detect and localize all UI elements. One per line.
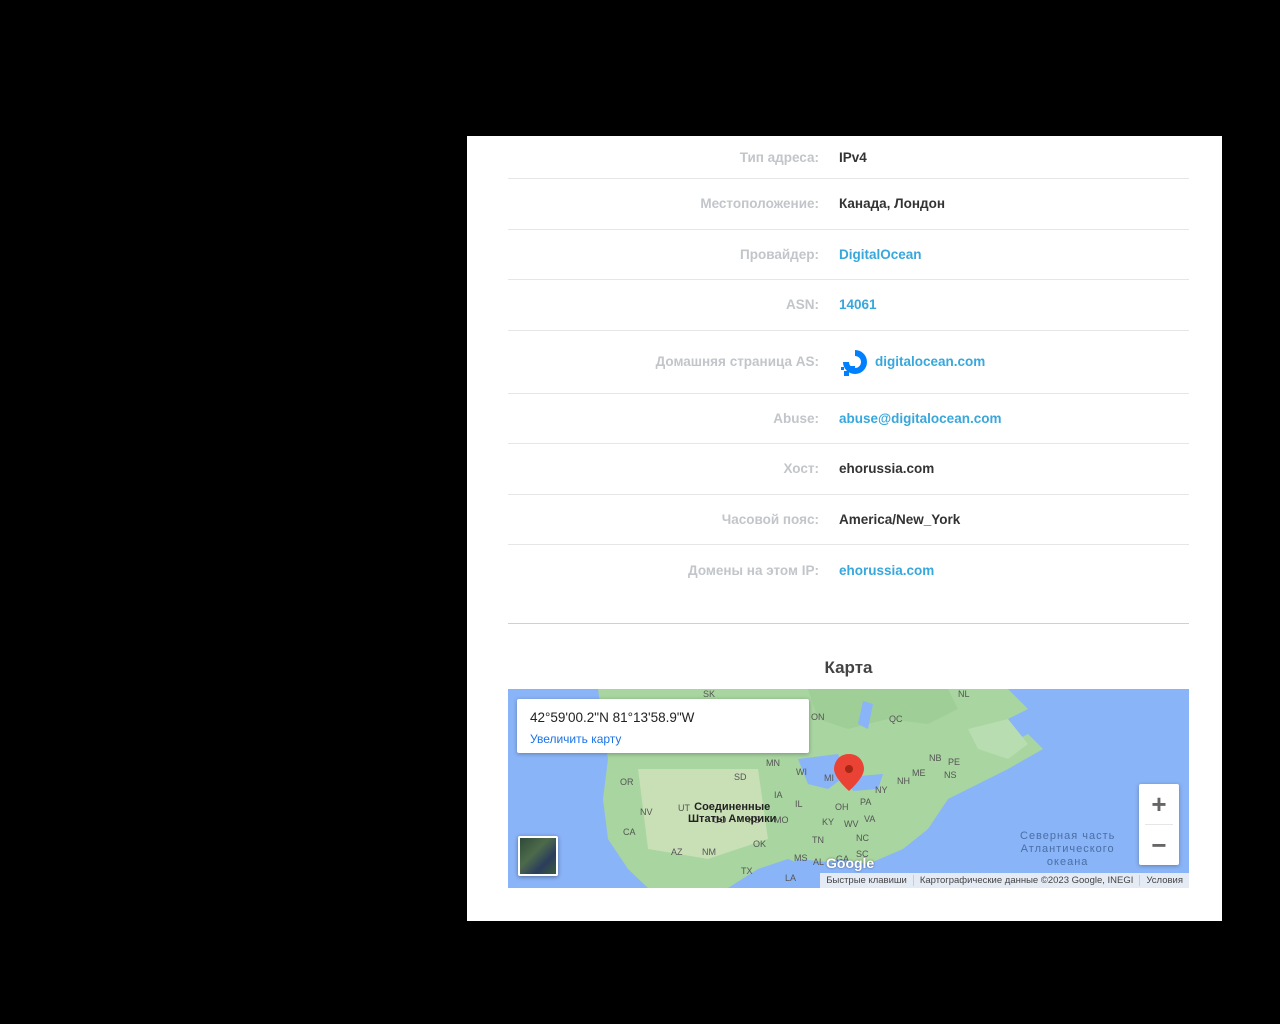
map-label: IA	[774, 790, 783, 800]
map-title: Карта	[824, 658, 873, 677]
enlarge-map-link[interactable]: Увеличить карту	[530, 732, 621, 746]
map-label: PE	[948, 757, 961, 767]
map-label: NB	[929, 753, 942, 763]
map-label: QC	[889, 714, 903, 724]
ocean-label-line3: океана	[1046, 856, 1089, 868]
row-as-homepage: Домашняя страница AS: digitalocean.com	[508, 331, 1189, 394]
map-container[interactable]: SK NL ON QC MN WI MI SD NB PE NS ME NH N…	[508, 689, 1189, 888]
usa-label-line1: Соединенные	[694, 801, 771, 813]
row-abuse: Abuse: abuse@digitalocean.com	[508, 394, 1189, 444]
provider-label: Провайдер:	[740, 246, 819, 262]
abuse-email-link[interactable]: abuse@digitalocean.com	[839, 411, 1189, 426]
terms-link[interactable]: Условия	[1139, 875, 1189, 886]
map-label: NS	[944, 770, 957, 780]
map-label: MI	[824, 773, 834, 783]
timezone-value: America/New_York	[839, 511, 961, 527]
zoom-controls: + −	[1139, 784, 1179, 865]
map-label: OR	[620, 777, 634, 787]
usa-label-line2: Штаты Америки	[688, 813, 777, 825]
domains-link[interactable]: ehorussia.com	[839, 563, 1189, 578]
asn-label: ASN:	[786, 297, 819, 313]
map-coordinates: 42°59'00.2"N 81°13'58.9"W	[530, 710, 695, 725]
address-type-label: Тип адреса:	[739, 149, 819, 165]
digitalocean-logo-icon	[841, 349, 867, 376]
host-value: ehorussia.com	[839, 461, 935, 477]
map-label: OK	[753, 839, 767, 849]
map-attribution: Быстрые клавиши Картографические данные …	[820, 873, 1189, 888]
usa-country-label: Соединенные Штаты Америки	[688, 801, 776, 825]
as-homepage-label: Домашняя страница AS:	[655, 354, 819, 369]
map-label: AL	[813, 857, 825, 867]
map-label: LA	[785, 873, 797, 883]
map-label: ME	[912, 768, 926, 778]
keyboard-shortcuts-link[interactable]: Быстрые клавиши	[820, 875, 913, 886]
abuse-label: Abuse:	[773, 410, 819, 426]
location-value: Канада, Лондон	[839, 196, 945, 212]
map-label: KY	[822, 817, 835, 827]
map-label: NC	[856, 833, 869, 843]
zoom-in-button[interactable]: +	[1139, 784, 1179, 824]
map-label: MN	[766, 758, 780, 768]
map-label: TX	[741, 866, 753, 876]
as-homepage-text[interactable]: digitalocean.com	[875, 354, 985, 369]
ocean-label: Северная часть Атлантического океана	[1020, 830, 1115, 869]
row-domains: Домены на этом IP: ehorussia.com	[508, 545, 1189, 596]
domains-label: Домены на этом IP:	[688, 562, 819, 578]
map-label: TN	[812, 835, 824, 845]
map-label: MS	[794, 853, 808, 863]
map-label: SD	[734, 772, 747, 782]
map-label: SK	[703, 689, 716, 699]
map-label: VA	[864, 814, 876, 824]
row-address-type: Тип адреса: IPv4	[508, 136, 1189, 179]
map-label: AZ	[671, 847, 683, 857]
map-data-attribution: Картографические данные ©2023 Google, IN…	[912, 875, 1140, 886]
google-logo: Google	[826, 855, 875, 871]
map-label: WV	[844, 819, 859, 829]
as-homepage-link[interactable]: digitalocean.com	[839, 346, 1189, 378]
provider-link[interactable]: DigitalOcean	[839, 247, 1189, 262]
map-info-window: 42°59'00.2"N 81°13'58.9"W Увеличить карт…	[517, 699, 809, 753]
map-label: CA	[623, 827, 636, 837]
row-host: Хост: ehorussia.com	[508, 444, 1189, 495]
ocean-label-line1: Северная часть	[1020, 830, 1116, 842]
map-label: IL	[795, 799, 803, 809]
host-label: Хост:	[783, 461, 819, 477]
map-label: NV	[640, 807, 653, 817]
map-label: ON	[811, 712, 825, 722]
zoom-out-button[interactable]: −	[1139, 825, 1179, 865]
asn-link[interactable]: 14061	[839, 297, 1189, 312]
timezone-label: Часовой пояс:	[721, 511, 819, 527]
map-label: NM	[702, 847, 716, 857]
address-type-value: IPv4	[839, 149, 867, 165]
map-label: NH	[897, 776, 910, 786]
row-timezone: Часовой пояс: America/New_York	[508, 495, 1189, 545]
row-asn: ASN: 14061	[508, 280, 1189, 331]
map-label: PA	[860, 797, 872, 807]
map-label: NL	[958, 689, 970, 699]
row-location: Местоположение: Канада, Лондон	[508, 179, 1189, 230]
info-table: Тип адреса: IPv4 Местоположение: Канада,…	[508, 136, 1189, 596]
satellite-layer-button[interactable]	[518, 836, 558, 876]
ocean-label-line2: Атлантического	[1020, 843, 1115, 855]
ip-info-panel: Тип адреса: IPv4 Местоположение: Канада,…	[467, 136, 1222, 921]
map-label: WI	[796, 767, 807, 777]
row-provider: Провайдер: DigitalOcean	[508, 230, 1189, 280]
section-divider	[508, 623, 1189, 624]
location-label: Местоположение:	[700, 196, 819, 212]
map-label: OH	[835, 802, 849, 812]
map-label: NY	[875, 785, 888, 795]
